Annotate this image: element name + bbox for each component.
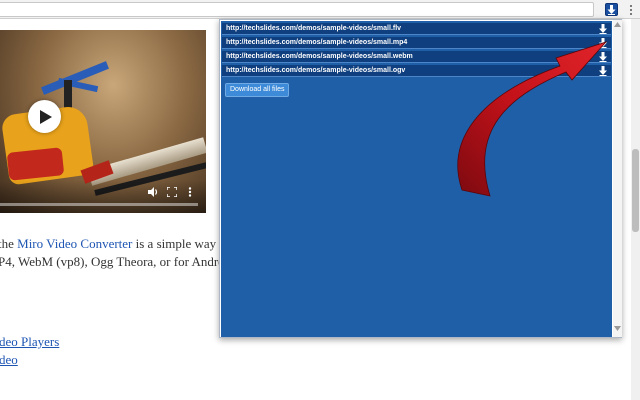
download-arrow-icon	[599, 66, 607, 76]
browser-window: the Miro Video Converter is a simple way…	[0, 0, 640, 400]
miro-video-converter-link[interactable]: Miro Video Converter	[17, 236, 132, 251]
more-vertical-icon	[188, 187, 192, 197]
video-player[interactable]	[0, 30, 206, 213]
article-paragraph-line: the Miro Video Converter is a simple way…	[0, 235, 228, 253]
scroll-up-arrow-icon[interactable]	[614, 22, 621, 27]
video-url-row[interactable]: http://techslides.com/demos/sample-video…	[222, 37, 611, 49]
page-scrollbar[interactable]	[631, 19, 640, 400]
fullscreen-button[interactable]	[166, 186, 178, 198]
download-arrow-icon	[607, 4, 616, 15]
download-arrow-icon	[599, 52, 607, 62]
video-link[interactable]: deo	[0, 352, 18, 368]
video-players-link[interactable]: deo Players	[0, 334, 59, 350]
browser-toolbar	[0, 0, 640, 19]
video-url: http://techslides.com/demos/sample-video…	[226, 53, 413, 60]
browser-menu-button[interactable]	[626, 2, 636, 17]
video-url: http://techslides.com/demos/sample-video…	[226, 25, 402, 32]
download-file-button[interactable]	[598, 38, 608, 48]
menu-dot	[630, 8, 632, 11]
video-frame-part	[41, 61, 109, 95]
play-button[interactable]	[28, 100, 61, 133]
download-all-button[interactable]: Download all files	[225, 83, 290, 97]
article-text: the	[0, 236, 14, 251]
extension-popup: http://techslides.com/demos/sample-video…	[219, 19, 622, 338]
popup-scrollbar[interactable]	[613, 20, 622, 337]
video-url: http://techslides.com/demos/sample-video…	[226, 67, 406, 74]
fullscreen-icon	[167, 187, 177, 197]
video-progress-bar[interactable]	[0, 203, 198, 206]
download-file-button[interactable]	[598, 24, 608, 34]
video-url-row[interactable]: http://techslides.com/demos/sample-video…	[222, 51, 611, 63]
menu-dot	[630, 12, 632, 15]
popup-panel: http://techslides.com/demos/sample-video…	[221, 21, 612, 337]
download-arrow-icon	[599, 24, 607, 34]
download-extension-button[interactable]	[605, 3, 618, 16]
article-paragraph-line: P4, WebM (vp8), Ogg Theora, or for Andro…	[0, 254, 235, 269]
page-scrollbar-thumb[interactable]	[632, 149, 639, 232]
volume-icon	[147, 187, 157, 197]
volume-button[interactable]	[147, 186, 159, 198]
video-frame-part	[6, 147, 65, 181]
video-url: http://techslides.com/demos/sample-video…	[226, 39, 408, 46]
download-arrow-icon	[599, 38, 607, 48]
menu-dot	[630, 4, 632, 7]
download-file-button[interactable]	[598, 66, 608, 76]
address-bar[interactable]	[0, 2, 594, 17]
article-text: is a simple way t	[132, 236, 224, 251]
download-file-button[interactable]	[598, 52, 608, 62]
video-url-row[interactable]: http://techslides.com/demos/sample-video…	[222, 23, 611, 35]
video-url-row[interactable]: http://techslides.com/demos/sample-video…	[222, 65, 611, 77]
more-options-button[interactable]	[184, 186, 196, 198]
play-icon	[40, 109, 52, 124]
scroll-down-arrow-icon[interactable]	[614, 326, 621, 331]
